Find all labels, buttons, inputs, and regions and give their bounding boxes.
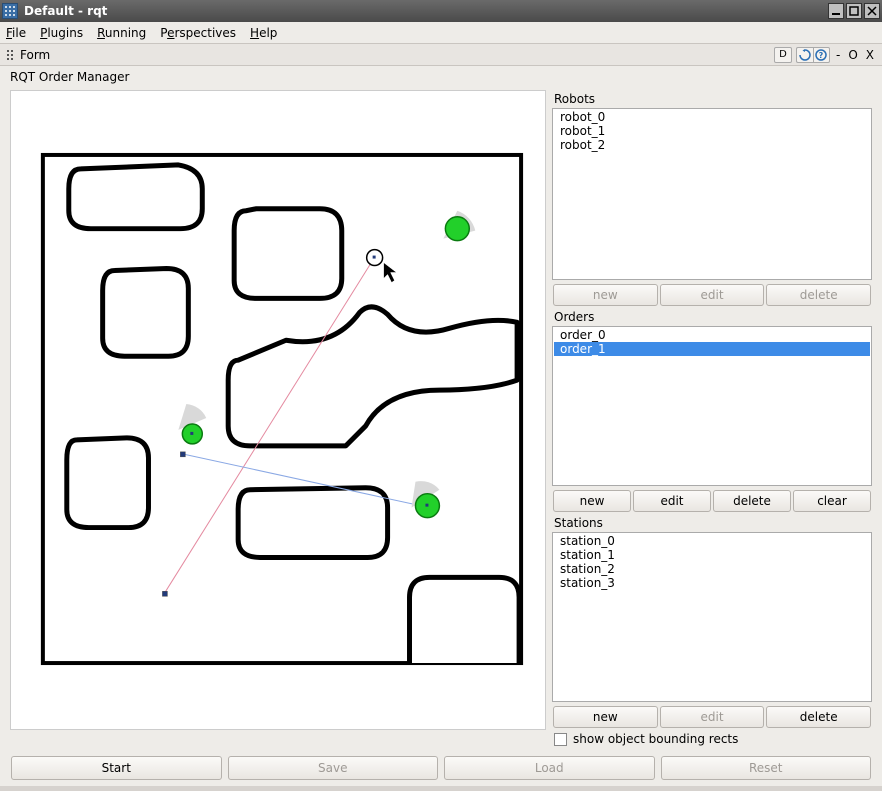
help-icon[interactable]: ? xyxy=(813,47,830,63)
orders-delete-button[interactable]: delete xyxy=(713,490,791,512)
save-button: Save xyxy=(228,756,439,780)
stations-edit-button: edit xyxy=(660,706,765,728)
toolbar-grip-icon[interactable] xyxy=(6,48,16,62)
load-button: Load xyxy=(444,756,655,780)
list-item[interactable]: robot_1 xyxy=(554,124,870,138)
orders-new-button[interactable]: new xyxy=(553,490,631,512)
dock-button[interactable]: D xyxy=(774,47,792,63)
window-close-button[interactable] xyxy=(864,3,880,19)
form-label: Form xyxy=(20,48,50,62)
stations-delete-button[interactable]: delete xyxy=(766,706,871,728)
orders-edit-button[interactable]: edit xyxy=(633,490,711,512)
robots-label: Robots xyxy=(552,90,872,106)
list-item[interactable]: order_0 xyxy=(554,328,870,342)
stations-new-button[interactable]: new xyxy=(553,706,658,728)
x-label[interactable]: X xyxy=(864,48,876,62)
list-item[interactable]: station_2 xyxy=(554,562,870,576)
menu-file[interactable]: File xyxy=(6,26,26,40)
toolbar: Form D ? - O X xyxy=(0,44,882,66)
stations-label: Stations xyxy=(552,514,872,530)
window-minimize-button[interactable] xyxy=(828,3,844,19)
menu-help[interactable]: Help xyxy=(250,26,277,40)
orders-listbox[interactable]: order_0 order_1 xyxy=(552,326,872,486)
list-item[interactable]: station_3 xyxy=(554,576,870,590)
start-button[interactable]: Start xyxy=(11,756,222,780)
stations-listbox[interactable]: station_0 station_1 station_2 station_3 xyxy=(552,532,872,702)
menu-running[interactable]: Running xyxy=(97,26,146,40)
menu-plugins[interactable]: Plugins xyxy=(40,26,83,40)
window-titlebar: Default - rqt xyxy=(0,0,882,22)
orders-clear-button[interactable]: clear xyxy=(793,490,871,512)
menu-perspectives[interactable]: Perspectives xyxy=(160,26,236,40)
list-item[interactable]: order_1 xyxy=(554,342,870,356)
reset-button: Reset xyxy=(661,756,872,780)
window-maximize-button[interactable] xyxy=(846,3,862,19)
svg-text:?: ? xyxy=(819,51,824,60)
list-item[interactable]: station_1 xyxy=(554,548,870,562)
app-icon xyxy=(2,3,18,19)
robots-listbox[interactable]: robot_0 robot_1 robot_2 xyxy=(552,108,872,280)
window-title: Default - rqt xyxy=(24,4,826,18)
list-item[interactable]: station_0 xyxy=(554,534,870,548)
map-canvas[interactable] xyxy=(10,90,546,730)
list-item[interactable]: robot_2 xyxy=(554,138,870,152)
robot-marker[interactable] xyxy=(445,217,469,241)
orders-label: Orders xyxy=(552,308,872,324)
robots-new-button: new xyxy=(553,284,658,306)
dash-label: - xyxy=(834,48,842,62)
show-bounding-rects-label: show object bounding rects xyxy=(573,732,738,746)
page-subtitle: RQT Order Manager xyxy=(0,66,882,86)
show-bounding-rects-checkbox[interactable] xyxy=(554,733,567,746)
refresh-icon[interactable] xyxy=(796,47,813,63)
robots-edit-button: edit xyxy=(660,284,765,306)
list-item[interactable]: robot_0 xyxy=(554,110,870,124)
robots-delete-button: delete xyxy=(766,284,871,306)
o-label[interactable]: O xyxy=(846,48,859,62)
menubar: File Plugins Running Perspectives Help xyxy=(0,22,882,44)
